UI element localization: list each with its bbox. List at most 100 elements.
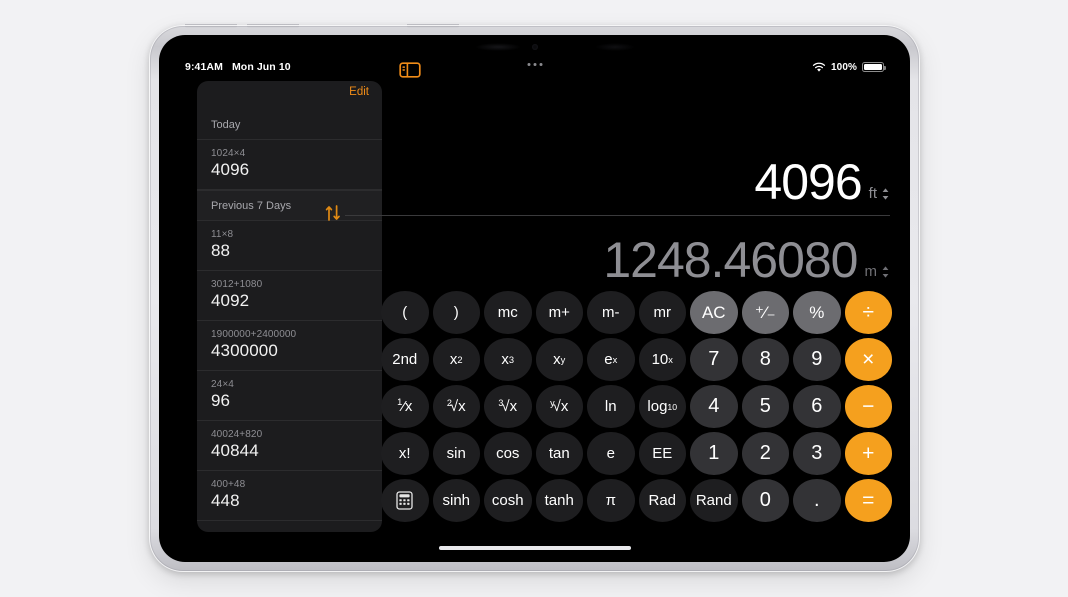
key-tanh[interactable]: tanh xyxy=(535,479,583,522)
key-sinh[interactable]: sinh xyxy=(432,479,480,522)
edit-button[interactable]: Edit xyxy=(349,86,369,98)
key-x-power-y[interactable]: xy xyxy=(535,338,583,381)
key-x-cubed[interactable]: x3 xyxy=(484,338,532,381)
key-memory-clear[interactable]: mc xyxy=(484,291,532,334)
key-add[interactable]: + xyxy=(844,432,892,475)
key-8[interactable]: 8 xyxy=(741,338,789,381)
calculator-display: 4096 ft 1248.46080 m xyxy=(325,145,890,285)
history-expression: 1900000+2400000 xyxy=(211,329,297,340)
key-base: x xyxy=(501,351,509,368)
key-cube-root[interactable]: 3 √x xyxy=(484,385,532,428)
battery-percent-label: 100% xyxy=(831,61,857,73)
list-item[interactable]: 1024×4 4096 xyxy=(197,140,382,190)
key-cos[interactable]: cos xyxy=(484,432,532,475)
key-second[interactable]: 2nd xyxy=(381,338,429,381)
volume-button-2[interactable] xyxy=(247,24,299,28)
key-e-power-x[interactable]: ex xyxy=(587,338,635,381)
swap-vertical-icon[interactable] xyxy=(325,204,341,222)
key-memory-recall[interactable]: mr xyxy=(638,291,686,334)
sensor-sheen-right xyxy=(594,43,635,51)
input-unit-label: ft xyxy=(868,185,877,202)
key-0[interactable]: 0 xyxy=(741,479,789,522)
key-ten-power-x[interactable]: 10 x xyxy=(638,338,686,381)
display-output-row[interactable]: 1248.46080 m xyxy=(401,223,890,285)
power-button[interactable] xyxy=(407,24,459,28)
key-7[interactable]: 7 xyxy=(690,338,738,381)
key-radians[interactable]: Rad xyxy=(638,479,686,522)
key-close-paren[interactable]: ) xyxy=(432,291,480,334)
history-section-header-previous: Previous 7 Days xyxy=(197,190,382,221)
key-3[interactable]: 3 xyxy=(793,432,841,475)
key-calculator-mode[interactable] xyxy=(381,479,429,522)
input-unit-selector[interactable]: ft xyxy=(869,185,890,207)
key-9[interactable]: 9 xyxy=(793,338,841,381)
keypad-row: ( ) mc m+ m- mr AC ⁺⁄₋ % ÷ xyxy=(381,291,898,334)
key-factorial[interactable]: x! xyxy=(381,432,429,475)
key-6[interactable]: 6 xyxy=(793,385,841,428)
key-memory-subtract[interactable]: m- xyxy=(587,291,635,334)
key-memory-add[interactable]: m+ xyxy=(535,291,583,334)
list-item[interactable]: 3012+1080 4092 xyxy=(197,271,382,321)
key-natural-log[interactable]: ln xyxy=(587,385,635,428)
root-index: 2 xyxy=(446,397,452,408)
history-expression: 1024×4 xyxy=(211,148,246,159)
list-item[interactable]: 1900000+2400000 4300000 xyxy=(197,321,382,371)
key-multiply[interactable]: × xyxy=(844,338,892,381)
display-input-value: 4096 xyxy=(754,154,862,210)
history-result: 4092 xyxy=(211,291,250,310)
key-log-base-10[interactable]: log 10 xyxy=(638,385,686,428)
sidebar-toggle-icon[interactable] xyxy=(398,60,422,80)
key-euler[interactable]: e xyxy=(587,432,635,475)
key-x-squared[interactable]: x2 xyxy=(432,338,480,381)
key-equals[interactable]: = xyxy=(844,479,892,522)
key-tan[interactable]: tan xyxy=(535,432,583,475)
history-result: 88 xyxy=(211,241,231,260)
list-item[interactable]: 40024+820 40844 xyxy=(197,421,382,471)
status-bar-right: 100% xyxy=(812,61,886,73)
key-1[interactable]: 1 xyxy=(690,432,738,475)
home-indicator[interactable] xyxy=(438,546,631,550)
battery-fill xyxy=(864,63,882,71)
key-base: log xyxy=(647,398,668,415)
key-exponent[interactable]: EE xyxy=(638,432,686,475)
key-percent[interactable]: % xyxy=(793,291,841,334)
key-y-root[interactable]: y √x xyxy=(535,385,583,428)
key-random[interactable]: Rand xyxy=(690,479,738,522)
key-pi[interactable]: π xyxy=(587,479,635,522)
output-unit-selector[interactable]: m xyxy=(865,263,891,285)
key-reciprocal[interactable]: 1⁄x xyxy=(381,385,429,428)
history-result: 96 xyxy=(211,391,231,410)
key-subtract[interactable]: − xyxy=(844,385,892,428)
key-5[interactable]: 5 xyxy=(741,385,789,428)
list-item[interactable]: 24×4 96 xyxy=(197,371,382,421)
key-base: e xyxy=(604,351,613,368)
history-result: 448 xyxy=(211,491,240,510)
calculator-icon xyxy=(396,491,413,510)
key-all-clear[interactable]: AC xyxy=(690,291,738,334)
history-expression: 24×4 xyxy=(211,379,234,390)
key-open-paren[interactable]: ( xyxy=(381,291,429,334)
key-decimal[interactable]: . xyxy=(793,479,841,522)
key-divide[interactable]: ÷ xyxy=(844,291,892,334)
key-fraction-body: ⁄x xyxy=(402,398,413,415)
history-header: Edit xyxy=(197,81,382,113)
list-item[interactable]: 400+48 448 xyxy=(197,471,382,521)
history-expression: 11×8 xyxy=(211,229,234,240)
keypad-row: x! sin cos tan e EE 1 2 3 + xyxy=(381,432,898,475)
display-divider xyxy=(345,214,890,216)
history-result: 4096 xyxy=(211,160,250,179)
key-cosh[interactable]: cosh xyxy=(484,479,532,522)
key-square-root[interactable]: 2 √x xyxy=(432,385,480,428)
key-sin[interactable]: sin xyxy=(432,432,480,475)
volume-button-1[interactable] xyxy=(185,24,237,28)
key-2[interactable]: 2 xyxy=(741,432,789,475)
history-result: 40844 xyxy=(211,441,259,460)
status-bar: 9:41AM Mon Jun 10 100% xyxy=(159,57,910,77)
key-base: x xyxy=(449,351,458,368)
key-plus-minus[interactable]: ⁺⁄₋ xyxy=(741,291,789,334)
key-4[interactable]: 4 xyxy=(690,385,738,428)
keypad-row: 2nd x2 x3 xy ex 10 x 7 8 9 × xyxy=(381,338,898,381)
display-input-row[interactable]: 4096 ft xyxy=(401,145,890,207)
history-result: 4300000 xyxy=(211,341,278,360)
list-item[interactable]: 11×8 88 xyxy=(197,221,382,271)
